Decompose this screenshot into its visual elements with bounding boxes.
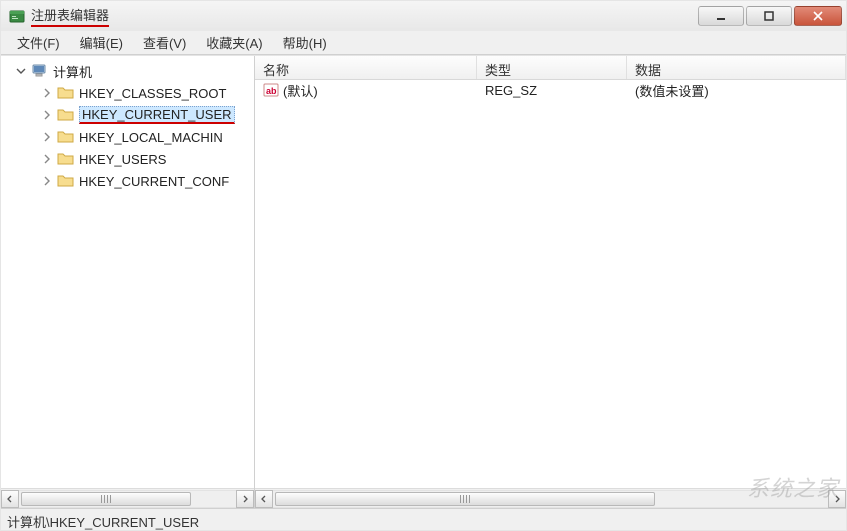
list-header: 名称 类型 数据 [255, 56, 846, 80]
svg-text:ab: ab [266, 86, 277, 96]
scroll-grip-icon [460, 495, 470, 503]
tree-root-row[interactable]: 计算机 [1, 60, 254, 82]
expander-closed-icon[interactable] [41, 87, 53, 99]
close-button[interactable] [794, 6, 842, 26]
statusbar-path: 计算机\HKEY_CURRENT_USER [7, 515, 199, 530]
tree-item-hkcc[interactable]: HKEY_CURRENT_CONF [1, 170, 254, 192]
tree-item-label: HKEY_USERS [79, 152, 166, 167]
tree-item-hku[interactable]: HKEY_USERS [1, 148, 254, 170]
tree-hscrollbar[interactable] [1, 488, 254, 508]
menu-help[interactable]: 帮助(H) [273, 31, 337, 54]
list-hscrollbar[interactable] [255, 488, 846, 508]
folder-icon [57, 129, 75, 145]
minimize-button[interactable] [698, 6, 744, 26]
scroll-thumb[interactable] [275, 492, 655, 506]
menubar: 文件(F) 编辑(E) 查看(V) 收藏夹(A) 帮助(H) [1, 31, 846, 55]
list-panel: 名称 类型 数据 ab (默认) REG_SZ [255, 56, 846, 508]
tree-item-label: HKEY_CURRENT_USER [79, 106, 235, 124]
value-data: (数值未设置) [627, 81, 846, 100]
list-body: ab (默认) REG_SZ (数值未设置) [255, 80, 846, 488]
tree-item-label: HKEY_LOCAL_MACHIN [79, 130, 223, 145]
window-controls [696, 6, 842, 26]
value-type: REG_SZ [477, 83, 627, 98]
titlebar: 注册表编辑器 [1, 1, 846, 31]
tree-item-hkcu[interactable]: HKEY_CURRENT_USER [1, 104, 254, 126]
maximize-button[interactable] [746, 6, 792, 26]
folder-icon [57, 173, 75, 189]
scroll-track[interactable] [273, 490, 828, 508]
app-icon [9, 8, 25, 24]
expander-closed-icon[interactable] [41, 109, 53, 121]
column-header-name[interactable]: 名称 [255, 56, 477, 79]
menu-edit[interactable]: 编辑(E) [70, 31, 133, 54]
string-value-icon: ab [263, 82, 279, 98]
expander-closed-icon[interactable] [41, 175, 53, 187]
column-header-type[interactable]: 类型 [477, 56, 627, 79]
column-header-data[interactable]: 数据 [627, 56, 846, 79]
tree-item-label: HKEY_CLASSES_ROOT [79, 86, 226, 101]
tree-item-hkcr[interactable]: HKEY_CLASSES_ROOT [1, 82, 254, 104]
scroll-right-button[interactable] [828, 490, 846, 508]
expander-open-icon[interactable] [15, 65, 27, 77]
list-row[interactable]: ab (默认) REG_SZ (数值未设置) [255, 80, 846, 100]
menu-view[interactable]: 查看(V) [133, 31, 196, 54]
statusbar: 计算机\HKEY_CURRENT_USER [1, 508, 846, 530]
menu-file[interactable]: 文件(F) [7, 31, 70, 54]
scroll-right-button[interactable] [236, 490, 254, 508]
tree-item-label: HKEY_CURRENT_CONF [79, 174, 229, 189]
menu-favorites[interactable]: 收藏夹(A) [196, 31, 272, 54]
computer-icon [31, 63, 49, 79]
scroll-track[interactable] [19, 490, 236, 508]
scroll-left-button[interactable] [1, 490, 19, 508]
folder-icon [57, 85, 75, 101]
folder-icon [57, 107, 75, 123]
expander-closed-icon[interactable] [41, 131, 53, 143]
scroll-left-button[interactable] [255, 490, 273, 508]
tree-root-label: 计算机 [53, 62, 92, 81]
content-area: 计算机 HKEY_CLASSES_ROOT [1, 55, 846, 508]
tree-item-hklm[interactable]: HKEY_LOCAL_MACHIN [1, 126, 254, 148]
tree-body: 计算机 HKEY_CLASSES_ROOT [1, 56, 254, 488]
registry-editor-window: 注册表编辑器 文件(F) 编辑(E) 查看(V) 收藏夹(A) 帮助(H) [0, 0, 847, 531]
tree-panel: 计算机 HKEY_CLASSES_ROOT [1, 56, 255, 508]
expander-closed-icon[interactable] [41, 153, 53, 165]
scroll-grip-icon [101, 495, 111, 503]
scroll-thumb[interactable] [21, 492, 191, 506]
window-title: 注册表编辑器 [31, 5, 109, 27]
folder-icon [57, 151, 75, 167]
value-name: (默认) [283, 81, 318, 100]
